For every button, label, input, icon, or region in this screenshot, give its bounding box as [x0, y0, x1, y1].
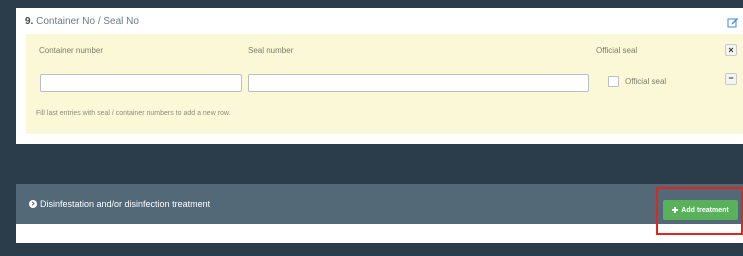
seal-number-input[interactable]	[248, 74, 589, 92]
treatment-title-text: Disinfestation and/or disinfection treat…	[40, 199, 211, 209]
treatment-section-title[interactable]: Disinfestation and/or disinfection treat…	[29, 199, 210, 209]
seal-number-header: Seal number	[248, 46, 294, 55]
container-seal-table: Container number Seal number Official se…	[26, 34, 743, 134]
treatment-section-header[interactable]: Disinfestation and/or disinfection treat…	[16, 184, 743, 224]
highlight-annotation	[656, 187, 743, 235]
add-row-hint: Fill last entries with seal / container …	[36, 110, 231, 117]
section-title: 9. Container No / Seal No	[25, 16, 139, 27]
official-seal-checkbox[interactable]	[608, 76, 619, 87]
treatment-section-body	[16, 224, 743, 243]
official-seal-header: Official seal	[596, 46, 638, 55]
container-number-input[interactable]	[40, 74, 242, 92]
remove-row-button[interactable]: −	[725, 73, 737, 85]
official-seal-checkbox-label: Official seal	[625, 77, 667, 86]
chevron-circle-right-icon	[29, 200, 37, 208]
section-title-text: Container No / Seal No	[36, 16, 139, 27]
close-icon[interactable]: ×	[725, 44, 737, 56]
section-number: 9.	[25, 16, 34, 27]
container-number-header: Container number	[39, 46, 104, 55]
edit-icon[interactable]	[727, 16, 739, 28]
container-seal-panel: 9. Container No / Seal No Container numb…	[16, 8, 743, 144]
